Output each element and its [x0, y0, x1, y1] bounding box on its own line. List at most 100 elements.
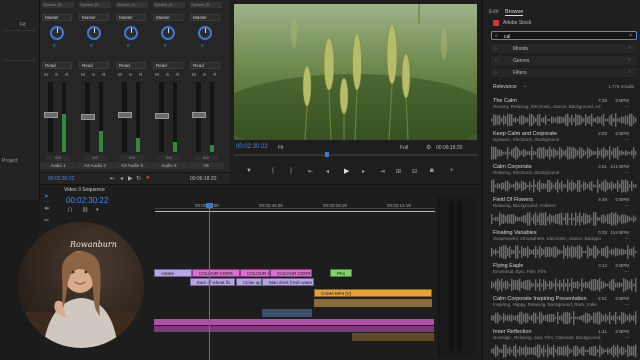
track-more-icon[interactable]: ⋯	[625, 137, 630, 143]
mixer-timecode[interactable]: 00:02:30:22	[48, 176, 74, 182]
pan-knob[interactable]	[161, 26, 175, 40]
mute-solo-record[interactable]: M S R	[118, 72, 146, 77]
volume-fader-thumb[interactable]	[192, 112, 206, 118]
quality-select[interactable]: Full	[400, 145, 408, 151]
timeline-clip[interactable]: Adobe	[154, 269, 192, 277]
output-select[interactable]: Master	[190, 14, 220, 21]
track-more-icon[interactable]: ⋯	[625, 104, 630, 110]
fader-value[interactable]: 0.0	[46, 155, 70, 161]
output-select[interactable]: Master	[42, 14, 72, 21]
volume-fader-thumb[interactable]	[81, 114, 95, 120]
work-area-bar[interactable]	[155, 211, 435, 212]
mark-out-bracket-icon[interactable]: }	[290, 168, 292, 174]
audio-clip[interactable]	[154, 319, 434, 325]
loop-icon[interactable]: ↻	[136, 175, 141, 182]
filter-filters[interactable]: › Filters ○	[491, 68, 637, 77]
mute-solo-record[interactable]: M S R	[81, 72, 109, 77]
mark-in-icon[interactable]: ▼	[246, 168, 252, 174]
timeline-playhead[interactable]	[209, 203, 210, 360]
left-project-label[interactable]: Project	[2, 158, 18, 164]
automation-select[interactable]: Read	[116, 62, 146, 69]
audio-clip[interactable]	[262, 309, 312, 317]
search-input[interactable]: ⌕ cal ×	[491, 31, 637, 40]
program-playhead[interactable]	[325, 152, 329, 157]
audio-clip[interactable]	[314, 299, 432, 307]
track-more-icon[interactable]: ⋯	[625, 203, 630, 209]
clear-icon[interactable]: ×	[629, 33, 632, 39]
automation-select[interactable]: Read	[153, 62, 183, 69]
filter-moods[interactable]: › Moods ○	[491, 44, 637, 53]
mute-solo-record[interactable]: M S R	[192, 72, 220, 77]
tab-browse[interactable]: Browse	[505, 9, 524, 16]
timeline-clip[interactable]: Pho	[330, 269, 352, 277]
track-more-icon[interactable]: ⋯	[625, 170, 630, 176]
automation-select[interactable]: Read	[190, 62, 220, 69]
mute-solo-record[interactable]: M S R	[155, 72, 183, 77]
tab-edit[interactable]: Edit	[489, 9, 498, 15]
insert-icon[interactable]: ⊞	[396, 168, 401, 175]
go-to-in-icon[interactable]: ⇤	[308, 168, 313, 175]
timeline-clip[interactable]: COLOUR CORRECTION	[270, 269, 312, 277]
fader-value[interactable]: 0.0	[120, 155, 144, 161]
mute-solo-record[interactable]: M S R	[44, 72, 72, 77]
step-back-icon[interactable]: ◂	[326, 168, 329, 175]
record-icon[interactable]: ●	[146, 175, 150, 181]
volume-fader-thumb[interactable]	[118, 112, 132, 118]
output-select[interactable]: Master	[79, 14, 109, 21]
play-icon[interactable]: ▶	[128, 175, 133, 182]
source-label[interactable]: Adobe Stock	[503, 20, 531, 26]
sequence-tab[interactable]: Video 3 Sequence	[64, 187, 105, 193]
skip-back-icon[interactable]: ⇤	[110, 175, 115, 182]
pan-knob[interactable]	[87, 26, 101, 40]
fader-value[interactable]: 0.0	[194, 155, 218, 161]
mark-in-bracket-icon[interactable]: {	[272, 168, 274, 174]
timeline-clip[interactable]: COLOUR C	[240, 269, 270, 277]
fit-select[interactable]: Fit	[278, 145, 284, 151]
linked-icon[interactable]: ⛓	[82, 207, 88, 213]
pan-knob[interactable]	[50, 26, 64, 40]
ripple-tool-icon[interactable]: ⇹	[44, 205, 49, 212]
selection-tool-icon[interactable]: ➤	[44, 193, 49, 200]
automation-select[interactable]: Read	[79, 62, 109, 69]
volume-fader-thumb[interactable]	[155, 113, 169, 119]
time-ruler[interactable]: 00:02:30:00 00:02:44:20 00:03:03:19 00:0…	[155, 203, 435, 209]
track-waveform[interactable]	[491, 343, 637, 360]
sort-select[interactable]: Relevance	[493, 84, 517, 90]
go-to-out-icon[interactable]: ⇥	[380, 168, 385, 175]
timeline-clip[interactable]: COLOUR CORR	[192, 269, 240, 277]
audio-clip[interactable]	[352, 333, 434, 341]
overwrite-icon[interactable]: ⊟	[412, 168, 417, 175]
playhead-handle[interactable]	[206, 203, 213, 208]
track-more-icon[interactable]: ⋯	[625, 269, 630, 275]
add-button-icon[interactable]: +	[450, 168, 454, 174]
output-select[interactable]: Master	[116, 14, 146, 21]
step-back-icon[interactable]: ◂	[120, 175, 123, 182]
fader-value[interactable]: 0.0	[157, 155, 181, 161]
snap-icon[interactable]: ⋂	[68, 207, 72, 213]
camera-icon[interactable]: ◙	[430, 168, 434, 174]
timeline-timecode[interactable]: 00:02:30:22	[66, 196, 108, 205]
automation-select[interactable]: Read	[42, 62, 72, 69]
timeline-clip[interactable]: Man drink fresh water f	[262, 278, 314, 286]
track-more-icon[interactable]: ⋯	[625, 302, 630, 308]
marker-icon[interactable]: ▾	[96, 207, 99, 213]
timeline-clip[interactable]: CAMA MP4 [V]	[314, 289, 432, 297]
audio-clip[interactable]	[154, 326, 434, 332]
play-button-icon[interactable]: ▶	[344, 167, 349, 175]
timeline-clip[interactable]: Close up o	[236, 278, 262, 286]
track-more-icon[interactable]: ⋯	[625, 335, 630, 341]
filter-genres[interactable]: › Genres ○	[491, 56, 637, 65]
fader-value[interactable]: 0.0	[83, 155, 107, 161]
volume-fader-thumb[interactable]	[44, 112, 58, 118]
pan-knob[interactable]	[124, 26, 138, 40]
track-more-icon[interactable]: ⋯	[625, 236, 630, 242]
track-item[interactable]: Inner Reflection Nostalgic, Relaxing, Sad…	[491, 329, 639, 360]
razor-tool-icon[interactable]: ✂	[44, 217, 49, 224]
chevron-down-icon[interactable]: ⌄	[523, 83, 527, 89]
pan-knob[interactable]	[198, 26, 212, 40]
program-scrubber[interactable]	[234, 154, 477, 156]
output-select[interactable]: Master	[153, 14, 183, 21]
step-forward-icon[interactable]: ▸	[362, 168, 365, 175]
program-timecode[interactable]: 00:02:30:22	[236, 144, 268, 150]
timeline-clip[interactable]: Ears of wheat flo	[190, 278, 235, 286]
